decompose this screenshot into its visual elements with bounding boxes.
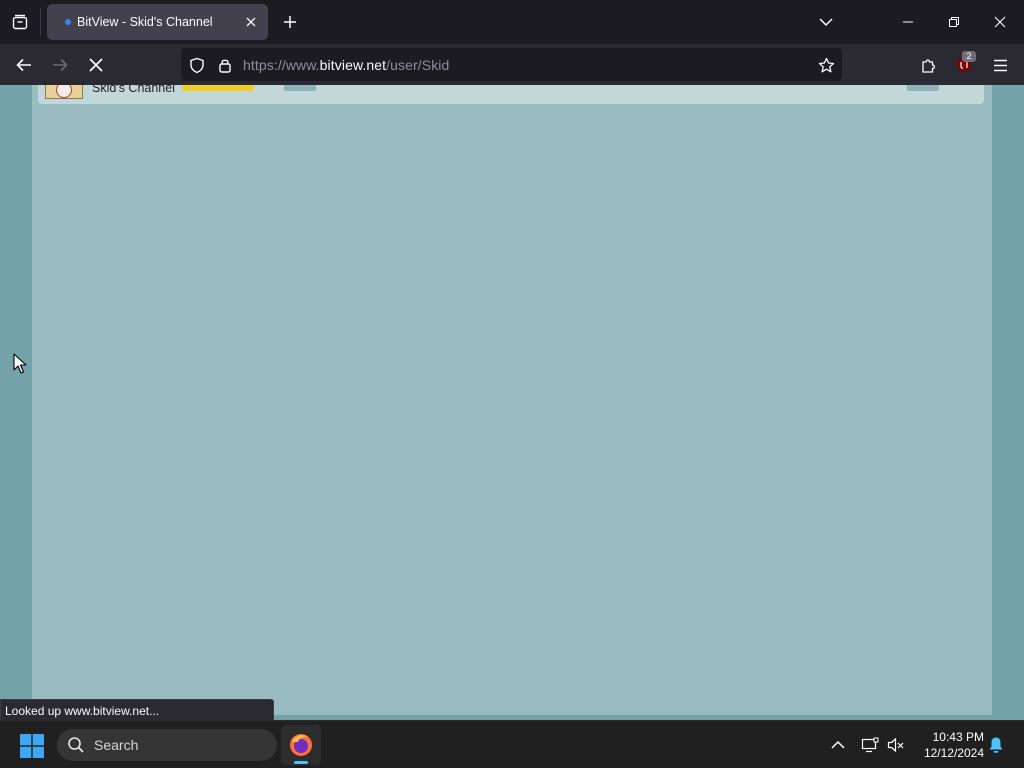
tab-active[interactable]: BitView - Skid's Channel xyxy=(47,4,268,40)
subscribe-button[interactable] xyxy=(182,85,254,91)
url-path: /user/Skid xyxy=(386,57,450,73)
system-clock[interactable]: 10:43 PM 12/12/2024 xyxy=(912,729,984,761)
tracking-protection-button[interactable] xyxy=(188,56,206,74)
channel-name[interactable]: Skid's Channel xyxy=(92,85,175,95)
restore-button[interactable] xyxy=(941,9,967,35)
star-icon xyxy=(818,57,834,72)
site-info-button[interactable] xyxy=(216,56,234,74)
address-bar[interactable]: https://www.bitview.net/user/Skid xyxy=(181,48,842,81)
close-tab-button[interactable] xyxy=(242,13,260,31)
puzzle-icon xyxy=(921,58,935,73)
chevron-up-icon xyxy=(831,740,845,749)
notifications-button[interactable] xyxy=(986,735,1006,755)
close-window-button[interactable] xyxy=(987,9,1013,35)
chevron-down-icon xyxy=(819,18,833,27)
tab-bar: BitView - Skid's Channel xyxy=(0,0,1024,44)
app-menu-button[interactable] xyxy=(987,52,1013,78)
extensions-button[interactable] xyxy=(915,52,941,78)
speaker-muted-icon xyxy=(887,737,904,753)
firefox-icon xyxy=(290,734,312,756)
taskbar-search[interactable]: Search xyxy=(57,729,277,761)
channel-nav-button[interactable] xyxy=(284,85,316,91)
clock-date: 12/12/2024 xyxy=(923,746,984,760)
close-icon xyxy=(994,16,1006,28)
show-hidden-icons-button[interactable] xyxy=(828,735,848,755)
close-icon xyxy=(246,17,256,27)
restore-icon xyxy=(949,17,959,27)
network-tray-button[interactable] xyxy=(860,735,880,755)
active-app-indicator xyxy=(294,761,308,764)
stop-loading-icon xyxy=(89,58,103,72)
forward-arrow-icon xyxy=(53,58,68,72)
back-arrow-icon xyxy=(16,58,31,72)
search-icon xyxy=(68,737,84,753)
url-prefix: https://www. xyxy=(243,57,320,73)
search-label: Search xyxy=(94,737,139,753)
firefox-taskbar-button[interactable] xyxy=(281,725,321,765)
bell-icon xyxy=(989,737,1003,753)
volume-tray-button[interactable] xyxy=(886,735,906,755)
url-text[interactable]: https://www.bitview.net/user/Skid xyxy=(243,57,449,73)
tab-list-icon xyxy=(12,14,28,30)
lock-icon xyxy=(219,59,231,73)
channel-action-button[interactable] xyxy=(907,85,939,91)
plus-icon xyxy=(284,16,296,28)
back-button[interactable] xyxy=(11,52,37,78)
mouse-cursor-icon xyxy=(13,353,27,374)
minimize-button[interactable] xyxy=(895,9,921,35)
status-text: Looked up www.bitview.net... xyxy=(5,704,160,718)
stop-button[interactable] xyxy=(83,52,109,78)
bookmark-button[interactable] xyxy=(817,56,835,74)
clock-time: 10:43 PM xyxy=(932,730,984,744)
hamburger-icon xyxy=(993,59,1007,71)
extension-badge: 2 xyxy=(962,51,976,62)
windows-start-icon[interactable] xyxy=(20,734,44,758)
navigation-toolbar: https://www.bitview.net/user/Skid xyxy=(0,44,1024,85)
forward-button[interactable] xyxy=(47,52,73,78)
content-panel: Skid's Channel xyxy=(32,85,992,715)
channel-avatar[interactable] xyxy=(45,85,83,99)
shield-icon xyxy=(190,57,204,73)
tab-title: BitView - Skid's Channel xyxy=(77,15,213,29)
web-page: Skid's Channel xyxy=(0,85,1024,720)
new-tab-button[interactable] xyxy=(279,11,301,33)
favicon-icon xyxy=(65,19,71,25)
channel-header-strip xyxy=(38,85,984,104)
display-icon xyxy=(861,737,879,753)
status-tooltip: Looked up www.bitview.net... xyxy=(0,699,274,721)
tab-list-button[interactable] xyxy=(8,10,32,34)
url-domain: bitview.net xyxy=(319,57,387,73)
tab-separator xyxy=(40,8,41,36)
list-all-tabs-button[interactable] xyxy=(815,11,837,33)
taskbar: Search 10:43 PM 12/12/2024 xyxy=(0,720,1024,768)
minimize-icon xyxy=(903,21,913,23)
